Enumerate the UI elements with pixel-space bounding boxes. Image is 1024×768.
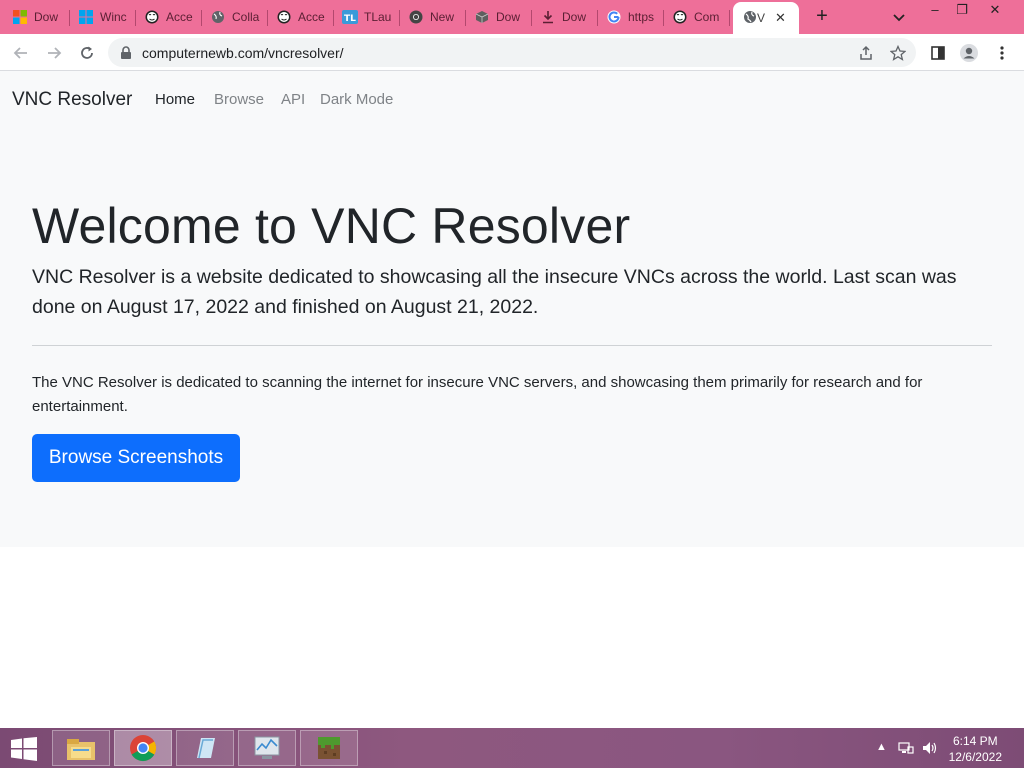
star-icon[interactable]: [889, 44, 907, 61]
clock-time: 6:14 PM: [952, 734, 998, 748]
nav-link-api[interactable]: API: [281, 91, 305, 108]
tab-title: Dow: [496, 10, 521, 24]
forward-button[interactable]: [43, 42, 65, 64]
reload-icon: [81, 46, 93, 59]
minimize-button[interactable]: –: [920, 0, 950, 22]
tlauncher-icon: TL: [342, 9, 358, 25]
windows-logo-icon: [78, 9, 94, 25]
tab-6[interactable]: New: [400, 4, 466, 30]
tab-close-icon[interactable]: ✕: [775, 10, 786, 26]
chevron-down-icon[interactable]: [890, 8, 908, 26]
tab-separator: [729, 10, 730, 26]
browser-toolbar: computernewb.com/vncresolver/: [0, 34, 1024, 71]
clock-date: 12/6/2022: [948, 750, 1002, 764]
tab-title: TLau: [364, 10, 392, 24]
task-manager-icon[interactable]: [238, 730, 296, 766]
box-icon: [474, 9, 490, 25]
tab-5[interactable]: TL TLau: [334, 4, 400, 30]
nav-link-browse[interactable]: Browse: [214, 91, 264, 108]
back-button[interactable]: [10, 42, 32, 64]
tab-strip: Dow Winc Acce Colla Acce TL TLau New Dow Dow https…: [0, 0, 1024, 34]
share-icon[interactable]: [858, 45, 874, 61]
tab-9[interactable]: https: [598, 4, 664, 30]
profile-avatar-icon[interactable]: [959, 43, 979, 63]
tab-title: https: [628, 10, 655, 24]
hacker-mask-icon: [672, 9, 688, 25]
new-tab-button[interactable]: +: [812, 6, 832, 28]
address-bar[interactable]: computernewb.com/vncresolver/: [108, 38, 916, 67]
google-icon: [606, 9, 622, 25]
globe-icon: [743, 10, 757, 27]
reload-button[interactable]: [76, 42, 98, 64]
tab-4[interactable]: Acce: [268, 4, 334, 30]
tab-3[interactable]: Colla: [202, 4, 268, 30]
chrome-icon: [408, 9, 424, 25]
tab-7[interactable]: Dow: [466, 4, 532, 30]
nav-link-home[interactable]: Home: [155, 91, 195, 108]
tab-2[interactable]: Acce: [136, 4, 202, 30]
tab-active[interactable]: V ✕: [733, 2, 799, 34]
tab-title: Acce: [166, 10, 193, 24]
tab-8[interactable]: Dow: [532, 4, 598, 30]
web-page: VNC Resolver Home Browse API Dark Mode W…: [0, 71, 1024, 728]
tab-title: New: [430, 10, 455, 24]
minecraft-icon[interactable]: [300, 730, 358, 766]
site-brand[interactable]: VNC Resolver: [12, 89, 132, 111]
file-explorer-icon[interactable]: [52, 730, 110, 766]
hero-lead: VNC Resolver is a website dedicated to s…: [32, 266, 957, 318]
side-panel-icon[interactable]: [928, 43, 948, 63]
hacker-mask-icon: [144, 9, 160, 25]
tab-title: Dow: [562, 10, 587, 24]
windows-logo-icon: [11, 737, 37, 761]
url-text: computernewb.com/vncresolver/: [142, 45, 344, 61]
globe-icon: [210, 9, 226, 25]
tray-overflow-icon[interactable]: ▲: [876, 741, 887, 753]
volume-icon[interactable]: [922, 741, 938, 758]
browse-screenshots-button[interactable]: Browse Screenshots: [32, 434, 240, 482]
tab-title: Dow: [34, 10, 59, 24]
tab-title: Winc: [100, 10, 127, 24]
hero-section: Welcome to VNC Resolver VNC Resolver is …: [0, 129, 1024, 547]
network-icon[interactable]: [898, 741, 914, 758]
nav-link-dark-mode[interactable]: Dark Mode: [320, 91, 393, 108]
system-clock[interactable]: 6:14 PM 12/6/2022: [949, 733, 1002, 765]
lock-icon: [120, 46, 132, 65]
tab-0[interactable]: Dow: [4, 4, 70, 30]
tab-title: Colla: [232, 10, 260, 24]
tab-title: Com: [694, 10, 720, 24]
chrome-icon[interactable]: [114, 730, 172, 766]
divider: [32, 345, 992, 346]
notepad-icon[interactable]: [176, 730, 234, 766]
windows-taskbar: ▲ 6:14 PM 12/6/2022: [0, 728, 1024, 768]
tab-10[interactable]: Com: [664, 4, 730, 30]
hero-body: The VNC Resolver is dedicated to scannin…: [32, 374, 923, 415]
start-button[interactable]: [10, 737, 38, 761]
hero-title: Welcome to VNC Resolver: [32, 198, 631, 254]
tab-title: V: [757, 11, 766, 25]
svg-text:TL: TL: [344, 14, 356, 24]
download-icon: [540, 9, 556, 25]
tab-title: Acce: [298, 10, 325, 24]
hacker-mask-icon: [276, 9, 292, 25]
restore-button[interactable]: ❐: [947, 0, 977, 22]
arrow-right-icon: [48, 47, 62, 59]
site-navbar: VNC Resolver Home Browse API Dark Mode: [0, 71, 1024, 129]
arrow-left-icon: [13, 47, 27, 59]
tab-1[interactable]: Winc: [70, 4, 136, 30]
microsoft-logo-icon: [12, 9, 28, 25]
menu-kebab-icon[interactable]: [992, 43, 1012, 63]
close-button[interactable]: ✕: [980, 0, 1010, 22]
